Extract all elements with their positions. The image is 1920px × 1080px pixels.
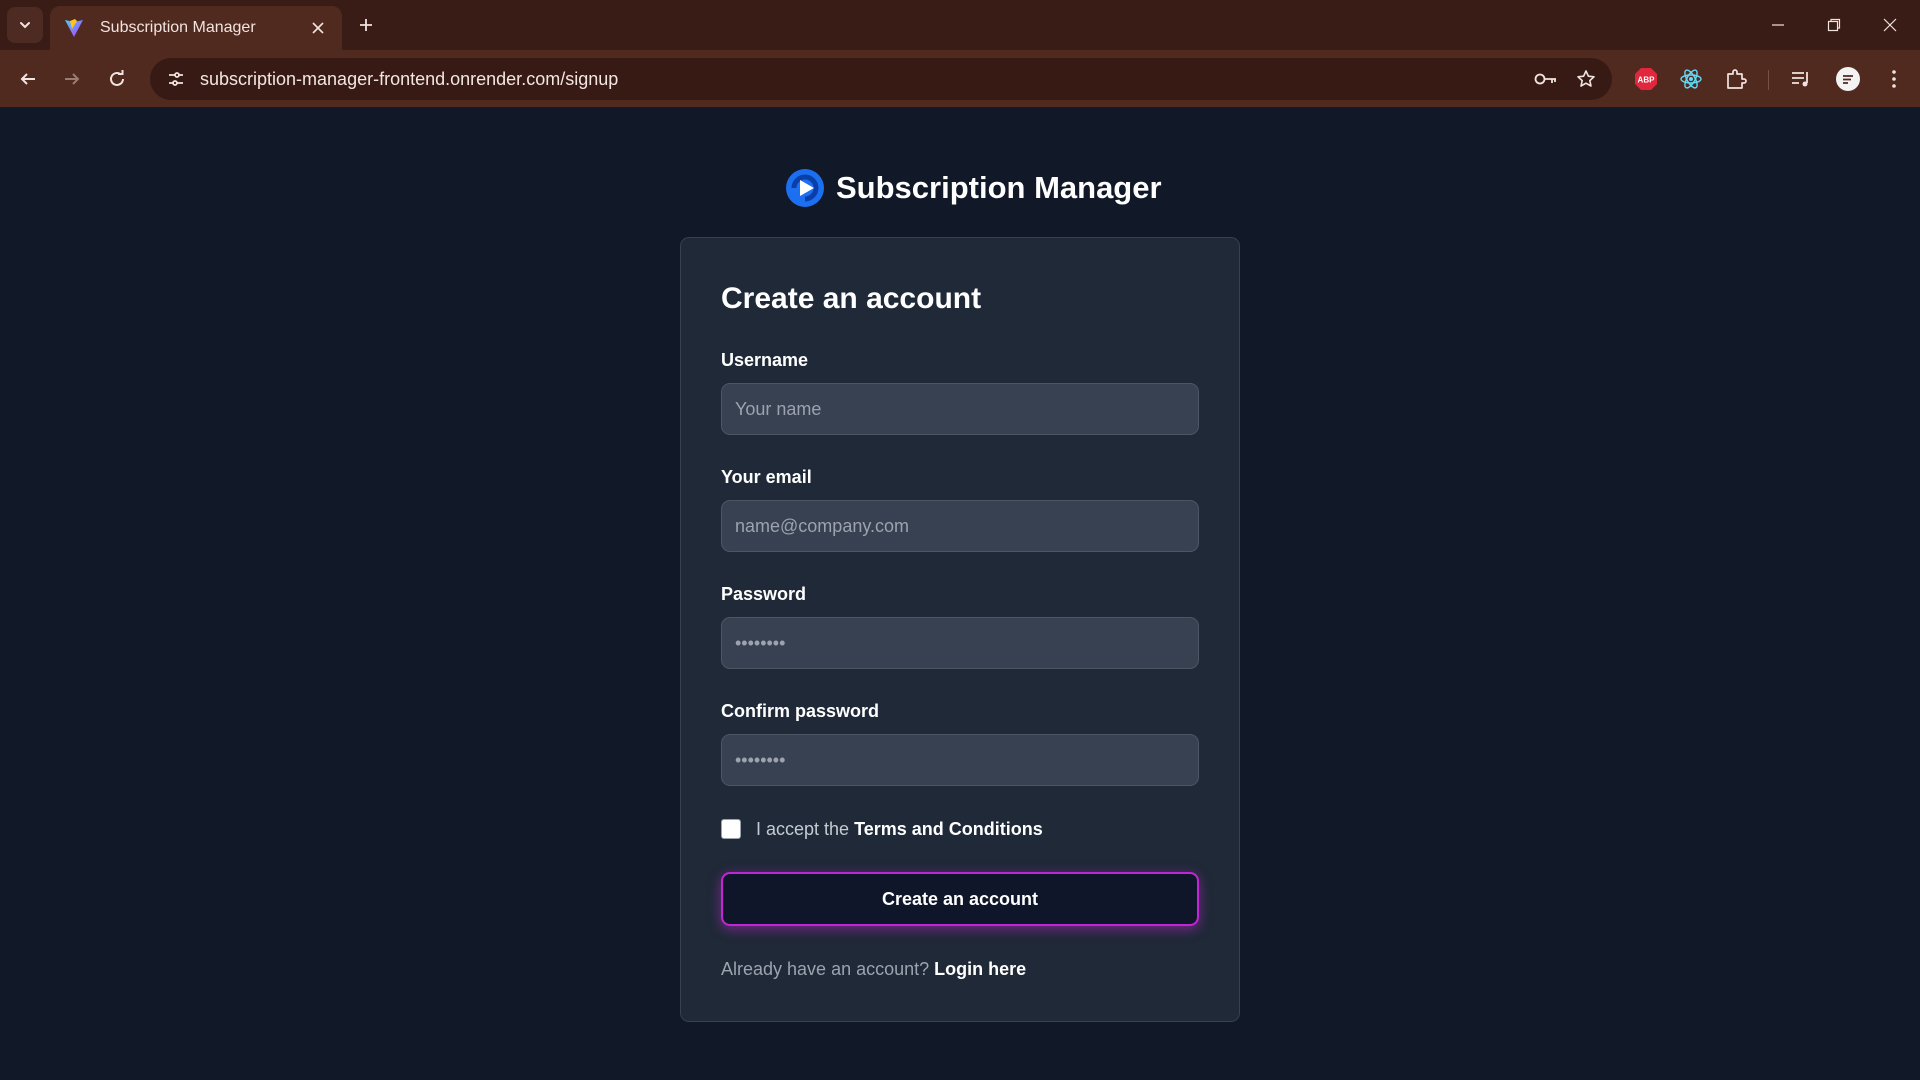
login-prompt: Already have an account? <box>721 959 930 979</box>
form-title: Create an account <box>721 282 982 315</box>
login-row: Already have an account? Login here <box>721 959 1026 980</box>
reload-button[interactable] <box>101 63 133 95</box>
address-bar[interactable]: subscription-manager-frontend.onrender.c… <box>150 58 1612 100</box>
create-account-button[interactable]: Create an account <box>721 872 1199 926</box>
email-label: Your email <box>721 467 812 487</box>
bookmark-button[interactable] <box>1566 59 1606 99</box>
close-icon <box>312 22 324 34</box>
app-logo-icon <box>786 169 824 207</box>
react-devtools-button[interactable] <box>1675 63 1707 95</box>
terms-link[interactable]: Terms and Conditions <box>854 819 1043 840</box>
password-label: Password <box>721 584 807 604</box>
key-icon <box>1534 73 1556 85</box>
toolbar-separator <box>1768 70 1769 90</box>
arrow-left-icon <box>20 73 35 85</box>
avatar-icon <box>1836 67 1860 91</box>
star-icon <box>1577 70 1595 87</box>
extensions-puzzle-icon <box>1727 69 1747 89</box>
username-input[interactable] <box>721 383 1199 435</box>
password-key-button[interactable] <box>1526 59 1566 99</box>
playlist-icon <box>1792 72 1808 87</box>
close-icon <box>1883 18 1897 32</box>
login-link[interactable]: Login here <box>934 959 1026 980</box>
back-button[interactable] <box>12 63 44 95</box>
restore-icon <box>1827 18 1841 32</box>
react-devtools-icon <box>1680 69 1702 89</box>
app-brand[interactable]: Subscription Manager <box>785 166 1162 210</box>
tab-title: Subscription Manager <box>100 19 256 36</box>
password-input[interactable] <box>721 617 1199 669</box>
browser-tab-strip: Subscription Manager <box>0 0 1920 50</box>
adblock-extension-button[interactable]: ABP <box>1630 63 1662 95</box>
tab-search-button[interactable] <box>7 7 43 43</box>
browser-toolbar: subscription-manager-frontend.onrender.c… <box>0 50 1920 108</box>
profile-button[interactable] <box>1832 63 1864 95</box>
adblock-plus-icon: ABP <box>1635 68 1657 90</box>
confirm-password-label: Confirm password <box>721 701 880 721</box>
restore-button[interactable] <box>1806 0 1862 50</box>
svg-text:ABP: ABP <box>1638 76 1656 85</box>
reload-icon <box>110 70 124 86</box>
site-info-button[interactable] <box>156 59 196 99</box>
plus-icon <box>360 19 372 31</box>
username-label: Username <box>721 350 809 370</box>
arrow-right-icon <box>65 73 80 85</box>
confirm-password-input[interactable] <box>721 734 1199 786</box>
browser-menu-button[interactable] <box>1878 63 1910 95</box>
tune-icon <box>169 72 183 86</box>
minimize-icon <box>1772 24 1784 26</box>
vite-favicon-icon <box>65 19 83 37</box>
app-name: Subscription Manager <box>836 170 1162 205</box>
signup-card: Create an account Username Your email Pa… <box>680 237 1240 1022</box>
tab-close-button[interactable] <box>306 16 330 40</box>
email-input[interactable] <box>721 500 1199 552</box>
terms-checkbox[interactable] <box>721 819 741 839</box>
more-vertical-icon <box>1892 70 1896 88</box>
url-text[interactable]: subscription-manager-frontend.onrender.c… <box>200 69 1526 90</box>
terms-row: I accept the Terms and Conditions <box>721 817 1043 841</box>
extensions-button[interactable] <box>1720 63 1752 95</box>
forward-button[interactable] <box>56 63 88 95</box>
close-window-button[interactable] <box>1862 0 1918 50</box>
minimize-button[interactable] <box>1750 0 1806 50</box>
new-tab-button[interactable] <box>352 11 380 39</box>
browser-tab-active[interactable]: Subscription Manager <box>50 6 342 50</box>
chevron-down-icon <box>20 22 30 29</box>
terms-text: I accept the <box>756 818 850 839</box>
media-controls-button[interactable] <box>1785 63 1817 95</box>
